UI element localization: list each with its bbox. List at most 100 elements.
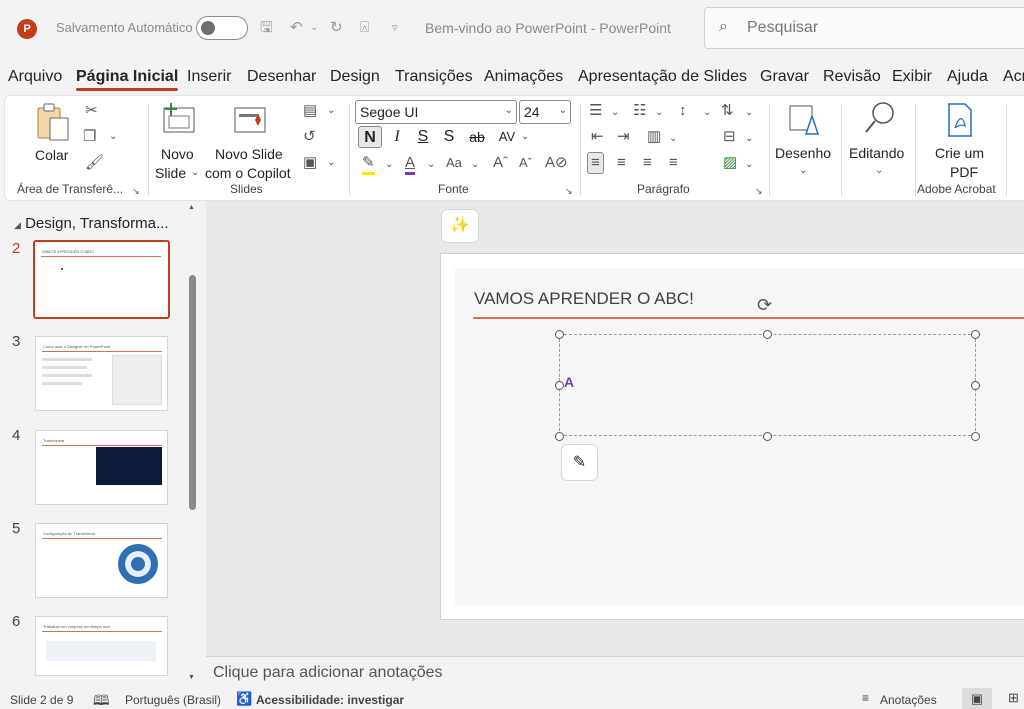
notes-placeholder[interactable]: Clique para adicionar anotações [213,664,442,682]
selected-textbox[interactable] [559,334,976,436]
line-spacing-icon[interactable]: ↕ [679,102,687,120]
resize-handle[interactable] [763,432,772,441]
underline-button[interactable]: S [411,126,435,148]
font-color-icon[interactable]: A [405,154,416,175]
tab-revisao[interactable]: Revisão [823,68,881,86]
char-spacing-button[interactable]: AV [495,126,519,148]
resize-handle[interactable] [555,330,564,339]
clipboard-launcher-icon[interactable]: ↘ [132,182,140,200]
text-direction-icon[interactable]: ⇅ [721,102,734,120]
bold-button[interactable]: N [358,126,382,148]
numbering-icon[interactable]: ☷ [633,102,646,120]
numbering-dropdown-icon[interactable]: ⌄ [655,104,663,122]
tab-inserir[interactable]: Inserir [187,68,231,86]
accessibility-icon[interactable]: ♿ [236,691,252,707]
scroll-up-icon[interactable]: ▲ [188,204,195,211]
designer-button[interactable]: ✨ [441,209,479,243]
bullets-icon[interactable]: ☰ [589,102,602,120]
tab-transicoes[interactable]: Transições [395,68,473,86]
change-case-icon[interactable]: Aa [446,154,462,172]
layout-dropdown-icon[interactable]: ⌄ [327,102,335,120]
smartart-icon[interactable]: ▨ [723,154,737,172]
font-color-dropdown-icon[interactable]: ⌄ [427,156,435,174]
tab-arquivo[interactable]: Arquivo [8,68,62,86]
copy-dropdown-icon[interactable]: ⌄ [109,128,117,146]
align-text-icon[interactable]: ⊟ [723,128,736,146]
notes-toggle-label[interactable]: Anotações [880,693,937,707]
resize-handle[interactable] [971,432,980,441]
textbox-content[interactable]: A [564,374,574,390]
customize-qat-icon[interactable]: ▿ [392,18,398,38]
grow-font-icon[interactable]: Aˆ [493,154,508,172]
format-painter-icon[interactable]: 🖌 [85,154,104,172]
tab-acrobat[interactable]: Acr [1003,68,1024,86]
slide-thumbnail[interactable]: Trabalhar em conjunto em tempo real [35,616,168,676]
undo-dropdown-icon[interactable]: ⌄ [310,18,318,38]
highlight-dropdown-icon[interactable]: ⌄ [385,156,393,174]
tab-exibir[interactable]: Exibir [892,68,932,86]
clear-format-icon[interactable]: A⊘ [545,154,568,172]
reset-icon[interactable]: ↺ [303,128,316,146]
line-spacing-dropdown-icon[interactable]: ⌄ [703,104,711,122]
redo-icon[interactable]: ↻ [330,18,343,38]
copilot-rewrite-button[interactable]: ✎ [561,444,598,481]
char-spacing-dropdown-icon[interactable]: ⌄ [521,128,529,146]
tab-pagina-inicial[interactable]: Página Inicial [76,68,179,91]
save-icon[interactable]: 🖫 [260,18,273,38]
font-family-select[interactable]: Segoe UI ⌄ [355,100,517,124]
spelling-book-icon[interactable]: 🕮 [93,690,110,709]
tab-ajuda[interactable]: Ajuda [947,68,988,86]
tab-gravar[interactable]: Gravar [760,68,809,86]
new-slide-copilot-button[interactable]: Novo Slide com o Copilot [203,100,299,182]
align-right-icon[interactable]: ≡ [643,154,652,172]
language-label[interactable]: Português (Brasil) [125,693,221,707]
shrink-font-icon[interactable]: Aˇ [519,154,532,172]
present-icon[interactable]: ⍓ [360,18,369,38]
notes-toggle-icon[interactable]: ≡ [862,691,869,705]
create-pdf-button[interactable]: Crie um PDF [925,100,995,180]
search-box[interactable]: ⌕ Pesquisar [704,7,1024,49]
autosave-toggle[interactable] [196,16,248,40]
smartart-dropdown-icon[interactable]: ⌄ [745,156,753,174]
columns-dropdown-icon[interactable]: ⌄ [669,130,677,148]
decrease-indent-icon[interactable]: ⇤ [591,128,604,146]
slide-thumbnail[interactable]: VAMOS APRENDER O ABC! [33,240,170,319]
copy-icon[interactable]: ❐ [83,128,96,146]
shadow-button[interactable]: S [437,126,461,148]
rotate-handle-icon[interactable]: ⟳ [757,295,772,316]
slide-sorter-icon[interactable]: ⊞ [1008,690,1019,706]
cut-icon[interactable]: ✂ [85,102,98,120]
slide-thumbnail[interactable]: Transformar [35,430,168,505]
new-slide-button[interactable]: Novo Slide ⌄ [155,100,207,182]
increase-indent-icon[interactable]: ⇥ [617,128,630,146]
slide-thumbnail[interactable]: Como usar o Designer do PowerPoint [35,336,168,411]
resize-handle[interactable] [763,330,772,339]
resize-handle[interactable] [971,381,980,390]
paste-button[interactable]: Colar [27,100,77,180]
resize-handle[interactable] [971,330,980,339]
editing-button[interactable]: Editando ⌄ [845,100,913,180]
resize-handle[interactable] [555,381,564,390]
section-dropdown-icon[interactable]: ⌄ [327,154,335,172]
bullets-dropdown-icon[interactable]: ⌄ [611,104,619,122]
section-header[interactable]: ◢ Design, Transforma... [14,215,168,232]
slide-thumbnail[interactable]: Configuração do Transformar [35,523,168,598]
accessibility-label[interactable]: Acessibilidade: investigar [256,693,404,707]
drawing-button[interactable]: Desenho ⌄ [773,100,837,180]
scroll-thumb[interactable] [189,275,196,510]
align-left-icon[interactable]: ≡ [587,152,604,174]
align-center-icon[interactable]: ≡ [617,154,626,172]
section-icon[interactable]: ▣ [303,154,317,172]
paragraph-launcher-icon[interactable]: ↘ [755,182,763,200]
columns-icon[interactable]: ▥ [647,128,661,146]
change-case-dropdown-icon[interactable]: ⌄ [471,156,479,174]
text-direction-dropdown-icon[interactable]: ⌄ [745,104,753,122]
italic-button[interactable]: I [385,126,409,148]
slide-title[interactable]: VAMOS APRENDER O ABC! [474,289,694,309]
normal-view-icon[interactable]: ▣ [962,688,992,709]
justify-icon[interactable]: ≡ [669,154,678,172]
scroll-down-icon[interactable]: ▼ [188,674,195,681]
tab-apresentacao[interactable]: Apresentação de Slides [578,68,747,86]
font-launcher-icon[interactable]: ↘ [565,182,573,200]
layout-icon[interactable]: ▤ [303,102,317,120]
